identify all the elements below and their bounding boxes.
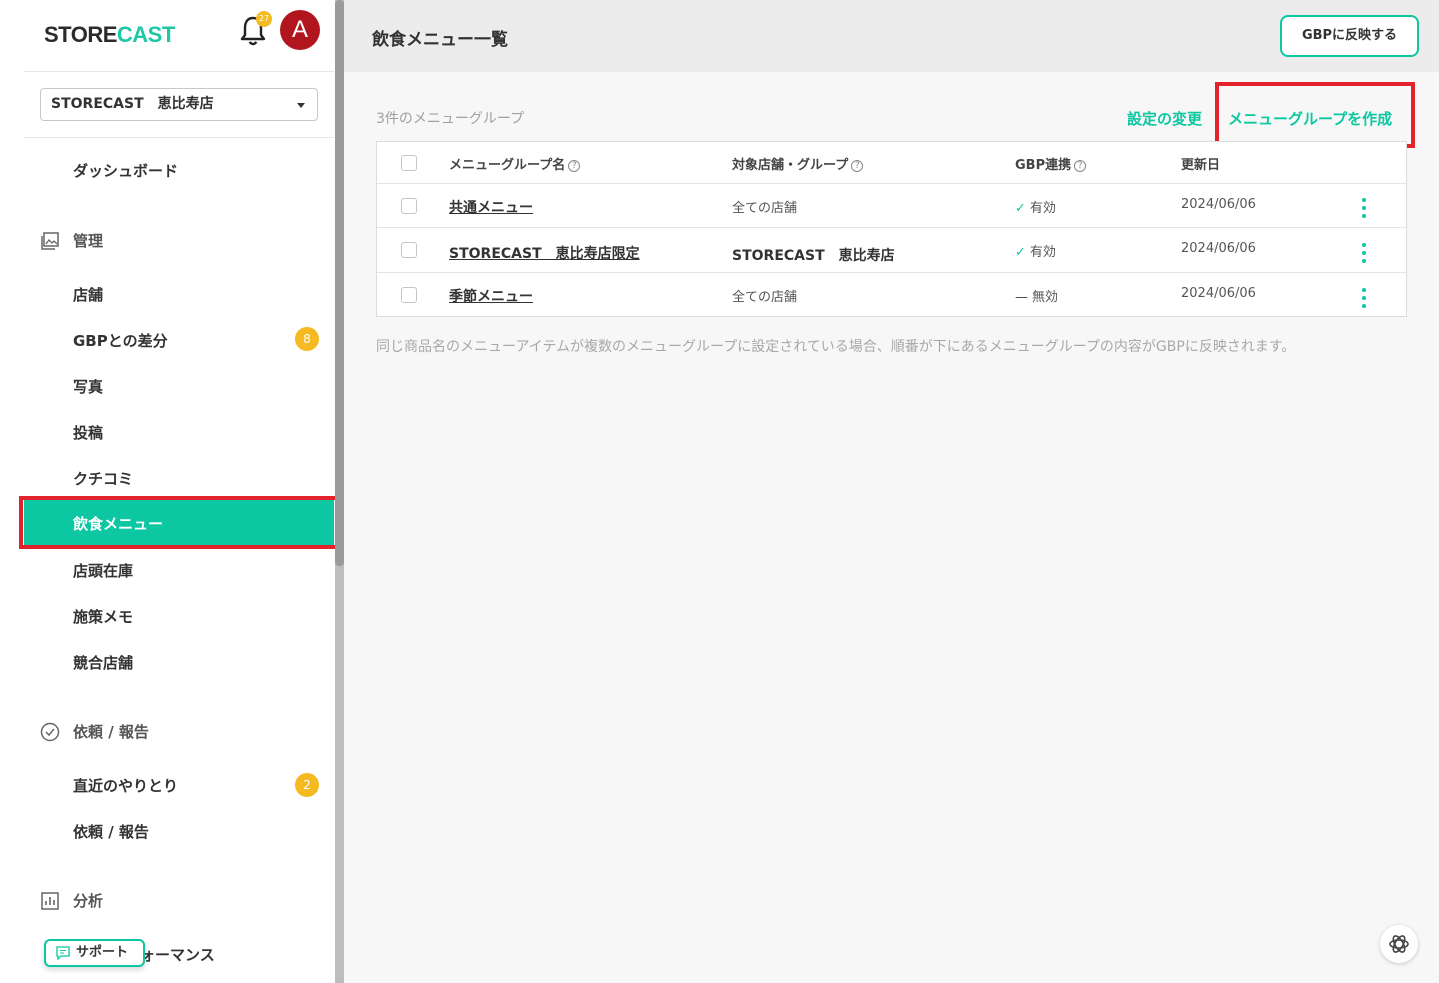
menu-group-name-link[interactable]: STORECAST 恵比寿店限定 (449, 243, 640, 263)
target-store: 全ての店舗 (732, 290, 798, 305)
more-options-icon[interactable] (1362, 198, 1366, 218)
sidebar-item-performance[interactable]: ォーマンス (140, 944, 215, 965)
sidebar-item-requests[interactable]: 依頼 / 報告 (73, 821, 149, 842)
sidebar-scroll-thumb[interactable] (335, 0, 344, 566)
help-icon[interactable]: ? (1074, 160, 1087, 172)
support-button[interactable]: サポート (44, 939, 145, 967)
table-header-row: メニューグループ名? 対象店舗・グループ? GBP連携? 更新日 (377, 142, 1406, 184)
menu-group-name-link[interactable]: 季節メニュー (449, 286, 533, 306)
group-count: 3件のメニューグループ (376, 111, 525, 127)
topbar: 飲食メニュー一覧 GBPに反映する (344, 0, 1439, 72)
sidebar-item-photos[interactable]: 写真 (73, 376, 103, 397)
section-manage-label: 管理 (73, 232, 104, 250)
dash-icon: — (1015, 290, 1028, 305)
table-row[interactable]: 共通メニュー 全ての店舗 ✓ 有効 2024/06/06 (377, 184, 1406, 228)
target-store: 全ての店舗 (732, 201, 798, 216)
gallery-icon (41, 231, 59, 250)
bar-chart-icon (41, 891, 59, 910)
store-selector[interactable]: STORECAST 恵比寿店 (40, 88, 318, 121)
check-circle-icon (40, 722, 60, 741)
gbp-diff-badge: 8 (295, 327, 319, 351)
store-selector-wrap: STORECAST 恵比寿店 (24, 72, 334, 138)
select-all-checkbox[interactable] (401, 155, 417, 171)
updated-date: 2024/06/06 (1181, 286, 1256, 301)
table-row[interactable]: 季節メニュー 全ての店舗 — 無効 2024/06/06 (377, 273, 1406, 317)
target-store: STORECAST 恵比寿店 (732, 248, 895, 264)
header-gbp: GBP連携? (1015, 154, 1087, 173)
gbp-status: — 無効 (1015, 290, 1059, 305)
header-target: 対象店舗・グループ? (732, 154, 864, 173)
header-name: メニューグループ名? (449, 154, 581, 173)
sidebar-item-competitors[interactable]: 競合店舗 (73, 652, 133, 673)
section-manage[interactable]: 管理 (40, 230, 103, 251)
page-title: 飲食メニュー一覧 (372, 30, 508, 50)
support-label: サポート (76, 945, 129, 960)
sidebar-item-memo[interactable]: 施策メモ (73, 606, 133, 627)
help-icon[interactable]: ? (568, 160, 581, 172)
sidebar-item-posts[interactable]: 投稿 (73, 422, 103, 443)
highlight-box-create (1215, 82, 1415, 148)
sidebar: STORECAST 27 A STORECAST 恵比寿店 ダッシュボード 管理… (0, 0, 335, 983)
section-requests[interactable]: 依頼 / 報告 (40, 721, 149, 742)
chat-icon (56, 946, 70, 960)
info-note: 同じ商品名のメニューアイテムが複数のメニューグループに設定されている場合、順番が… (376, 339, 1296, 355)
change-settings-link[interactable]: 設定の変更 (1127, 108, 1202, 129)
store-selector-value: STORECAST 恵比寿店 (51, 96, 214, 112)
section-analysis[interactable]: 分析 (40, 890, 103, 911)
sidebar-item-dashboard[interactable]: ダッシュボード (73, 160, 178, 181)
help-icon[interactable]: ? (851, 160, 864, 172)
menu-group-name-link[interactable]: 共通メニュー (449, 197, 533, 217)
header-updated: 更新日 (1181, 158, 1221, 173)
section-requests-label: 依頼 / 報告 (73, 723, 149, 741)
assistant-icon[interactable] (1380, 925, 1418, 963)
row-checkbox[interactable] (401, 198, 417, 214)
sidebar-item-stores[interactable]: 店舗 (73, 284, 103, 305)
sidebar-header: STORECAST 27 A (24, 0, 334, 72)
check-icon: ✓ (1015, 201, 1026, 216)
highlight-box-sidebar (19, 496, 335, 549)
gbp-status: ✓ 有効 (1015, 245, 1056, 260)
table-row[interactable]: STORECAST 恵比寿店限定 STORECAST 恵比寿店 ✓ 有効 2024… (377, 228, 1406, 273)
sidebar-item-inventory[interactable]: 店頭在庫 (73, 560, 133, 581)
updated-date: 2024/06/06 (1181, 197, 1256, 212)
updated-date: 2024/06/06 (1181, 241, 1256, 256)
more-options-icon[interactable] (1362, 243, 1366, 263)
check-icon: ✓ (1015, 245, 1026, 260)
sidebar-item-reviews[interactable]: クチコミ (73, 468, 133, 489)
section-analysis-label: 分析 (73, 892, 104, 910)
recent-badge: 2 (295, 773, 319, 797)
gbp-status: ✓ 有効 (1015, 201, 1056, 216)
storecast-logo[interactable]: STORECAST (44, 22, 175, 48)
caret-down-icon (297, 103, 305, 108)
sidebar-item-recent[interactable]: 直近のやりとり (73, 775, 178, 796)
row-checkbox[interactable] (401, 242, 417, 258)
sidebar-item-gbp-diff[interactable]: GBPとの差分 (73, 330, 168, 351)
menu-group-table: メニューグループ名? 対象店舗・グループ? GBP連携? 更新日 共通メニュー … (376, 141, 1407, 317)
more-options-icon[interactable] (1362, 288, 1366, 308)
reflect-to-gbp-button[interactable]: GBPに反映する (1280, 15, 1419, 57)
notification-badge: 27 (256, 11, 272, 27)
avatar[interactable]: A (280, 10, 320, 50)
row-checkbox[interactable] (401, 287, 417, 303)
